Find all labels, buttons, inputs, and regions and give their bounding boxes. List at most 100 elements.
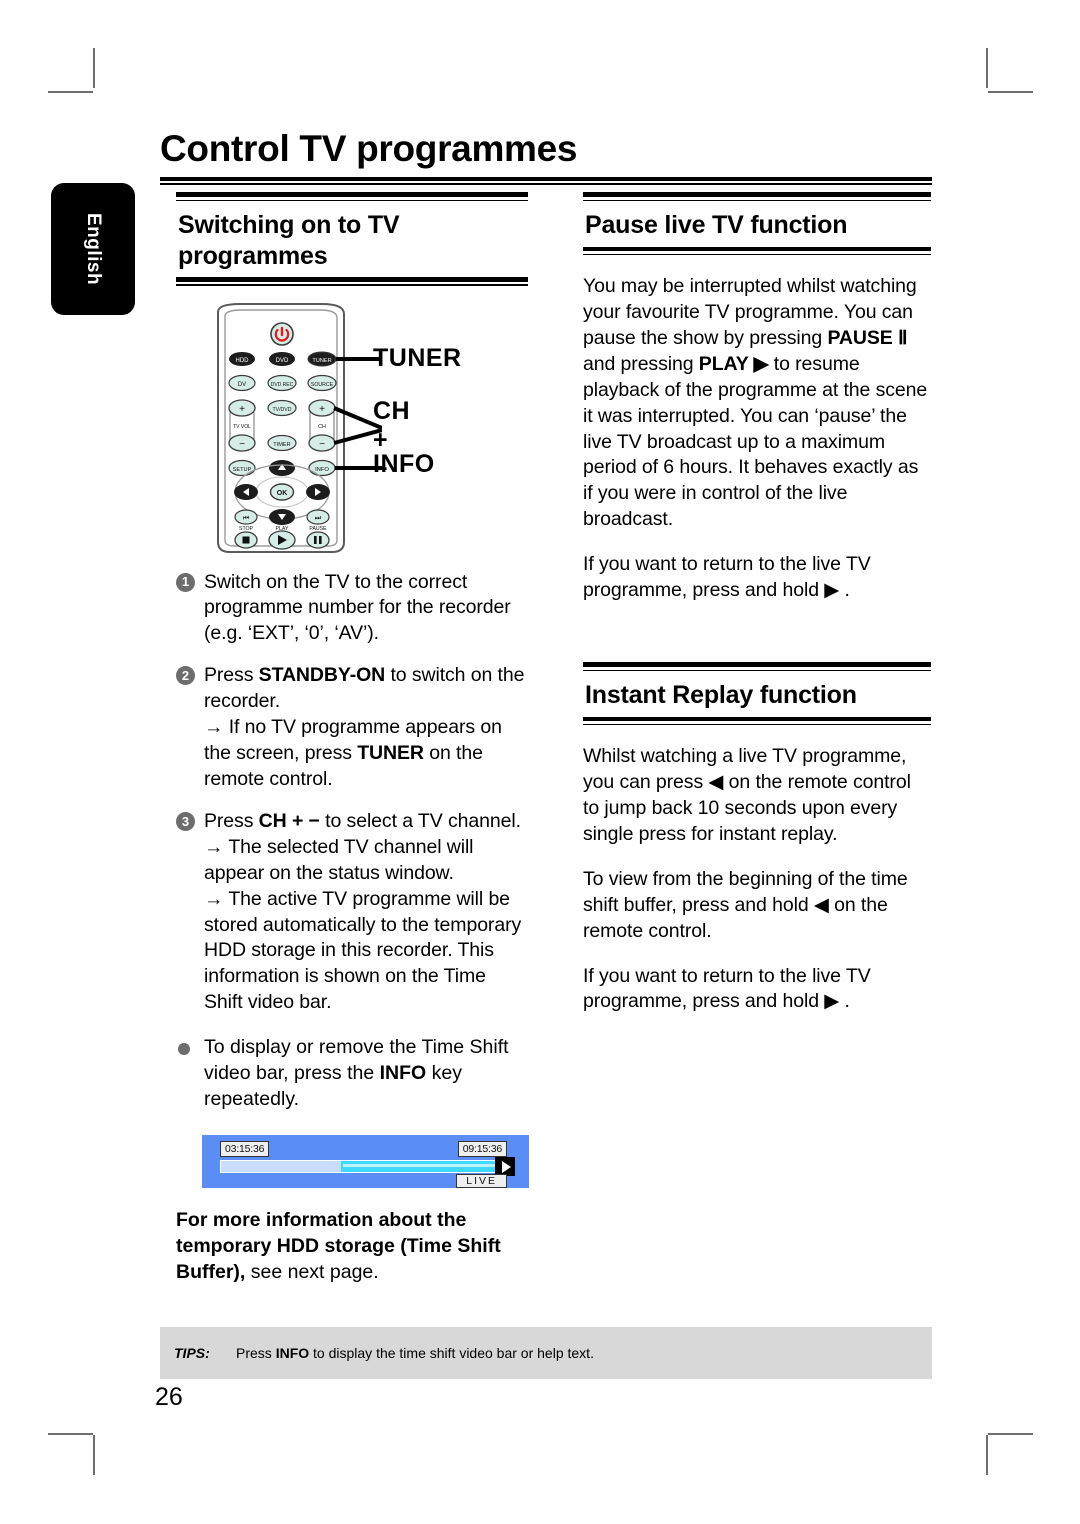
page-number: 26 [155, 1383, 183, 1411]
document-page: English Control TV programmes Switching … [0, 0, 1080, 1524]
svg-text:−: − [239, 439, 245, 450]
svg-text:TIMER: TIMER [273, 442, 290, 448]
step-1-number: 1 [176, 572, 195, 592]
note-more-information: For more information about the temporary… [176, 1208, 528, 1286]
svg-text:⏭: ⏭ [315, 514, 322, 522]
svg-text:+: + [239, 404, 245, 415]
svg-text:TV/DVD: TV/DVD [272, 407, 291, 413]
rule [176, 284, 528, 286]
svg-text:SOURCE: SOURCE [311, 382, 334, 388]
step-3-substep-1: → The selected TV channel will appear on… [204, 835, 474, 884]
timeshift-start-time: 03:15:36 [220, 1141, 270, 1158]
step-1: 1 Switch on the TV to the correct progra… [176, 570, 528, 648]
section-heading-instant-replay: Instant Replay function [583, 662, 931, 726]
title-rule-thin [160, 183, 932, 185]
svg-text:OK: OK [277, 490, 288, 497]
crop-mark-top-right-h [988, 91, 1033, 93]
section-title-pause-live-tv: Pause live TV function [585, 211, 848, 239]
svg-text:TUNER: TUNER [312, 358, 331, 364]
step-2-sub-bold: TUNER [357, 742, 424, 765]
crop-mark-top-left-h [48, 91, 93, 93]
svg-text:+: + [319, 404, 325, 415]
pause-live-tv-paragraph-1: You may be interrupted whilst watching y… [583, 274, 931, 533]
pause-live-tv-paragraph-2: If you want to return to the live TV pro… [583, 553, 871, 602]
instant-replay-paragraph-2: To view from the beginning of the time s… [583, 867, 908, 942]
rule [583, 723, 931, 726]
instant-replay-paragraph-3: If you want to return to the live TV pro… [583, 964, 871, 1013]
tips-text-post: to display the time shift video bar or h… [309, 1345, 594, 1361]
step-2-substep: → If no TV programme appears on the scre… [204, 715, 528, 793]
step-2-text-bold: STANDBY-ON [258, 664, 386, 687]
crop-mark-bottom-left [93, 1435, 95, 1475]
remote-control-illustration: HDD DVD TUNER DV DVD REC SOURCE + TV VOL… [176, 302, 528, 554]
callout-tuner: TUNER [373, 343, 462, 372]
step-2-text-pre: Press [204, 664, 259, 687]
remote-control-svg: HDD DVD TUNER DV DVD REC SOURCE + TV VOL… [217, 302, 382, 553]
rule [583, 192, 931, 197]
crop-mark-bottom-right-h [988, 1433, 1033, 1435]
step-2: 2 Press STANDBY-ON to switch on the reco… [176, 663, 528, 793]
tips-text-pre: Press [236, 1345, 276, 1361]
svg-text:STOP: STOP [239, 526, 254, 532]
section-heading-switching: Switching on to TV programmes [176, 192, 528, 286]
plt-p2: and pressing [583, 352, 699, 375]
step-3-text-bold: CH + − [258, 809, 320, 832]
rule [176, 192, 528, 197]
plt-b1: PAUSE Ⅱ [827, 326, 908, 349]
plt-b2: PLAY ▶ [698, 352, 769, 375]
step-3-text-pre: Press [204, 809, 259, 832]
section-title-instant-replay: Instant Replay function [585, 681, 857, 710]
page-title-block: Control TV programmes [160, 128, 932, 185]
plt-p3: to resume playback of the programme at t… [583, 352, 928, 531]
svg-text:PAUSE: PAUSE [309, 526, 327, 532]
svg-text:HDD: HDD [236, 358, 250, 364]
timeshift-video-bar: 03:15:36 09:15:36 LIVE [202, 1135, 529, 1189]
tips-text: Press INFO to display the time shift vid… [236, 1345, 594, 1361]
tips-label: TIPS: [174, 1345, 210, 1361]
language-tab: English [51, 183, 135, 315]
rule [583, 246, 931, 251]
callout-info: INFO [373, 449, 435, 478]
crop-mark-top-left [93, 48, 95, 88]
timeshift-live-badge: LIVE [456, 1174, 507, 1189]
section-heading-pause-live-tv: Pause live TV function [583, 192, 931, 255]
language-tab-label: English [83, 212, 104, 286]
step-3-number: 3 [176, 811, 195, 831]
svg-text:−: − [319, 439, 325, 450]
step-3: 3 Press CH + − to select a TV channel. →… [176, 809, 528, 1016]
svg-text:DVD: DVD [276, 358, 289, 364]
step-3-substep-2: → The active TV programme will be stored… [204, 887, 522, 1014]
right-column: Pause live TV function You may be interr… [583, 192, 931, 1015]
rule [176, 277, 528, 282]
note-normal-text: see next page. [245, 1260, 379, 1283]
crop-mark-bottom-right [986, 1435, 988, 1475]
rule [583, 662, 931, 668]
svg-text:DVD REC: DVD REC [271, 382, 294, 388]
svg-text:DV: DV [238, 382, 246, 388]
tips-text-bold: INFO [275, 1345, 310, 1361]
timeshift-end-time: 09:15:36 [457, 1141, 507, 1158]
bullet-text-bold: INFO [379, 1062, 427, 1085]
svg-text:INFO: INFO [315, 467, 329, 473]
svg-text:SETUP: SETUP [233, 467, 252, 473]
page-title: Control TV programmes [160, 128, 578, 169]
bullet-text-pre: To display or remove the Time Shift vide… [204, 1036, 509, 1085]
rule [583, 716, 931, 722]
svg-text:TV VOL: TV VOL [233, 424, 251, 430]
svg-text:CH: CH [318, 424, 326, 430]
tips-footer: TIPS: Press INFO to display the time shi… [160, 1327, 932, 1379]
timeshift-progress-trough [220, 1160, 507, 1174]
step-3-text-post: to select a TV channel. [319, 809, 521, 832]
section-title-switching: Switching on to TV programmes [178, 211, 400, 270]
instant-replay-paragraph-1: Whilst watching a live TV programme, you… [583, 745, 911, 845]
rule [583, 253, 931, 255]
crop-mark-top-right [986, 48, 988, 88]
step-1-text: Switch on the TV to the correct programm… [204, 570, 511, 645]
title-rule [160, 177, 932, 181]
crop-mark-bottom-left-h [48, 1433, 93, 1435]
step-2-number: 2 [176, 666, 195, 686]
left-column: Switching on to TV programmes HDD DVD TU… [176, 192, 529, 1286]
bullet-info-key: To display or remove the Time Shift vide… [176, 1035, 528, 1113]
timeshift-progress-fill [340, 1161, 506, 1173]
svg-text:⏮: ⏮ [243, 514, 249, 522]
